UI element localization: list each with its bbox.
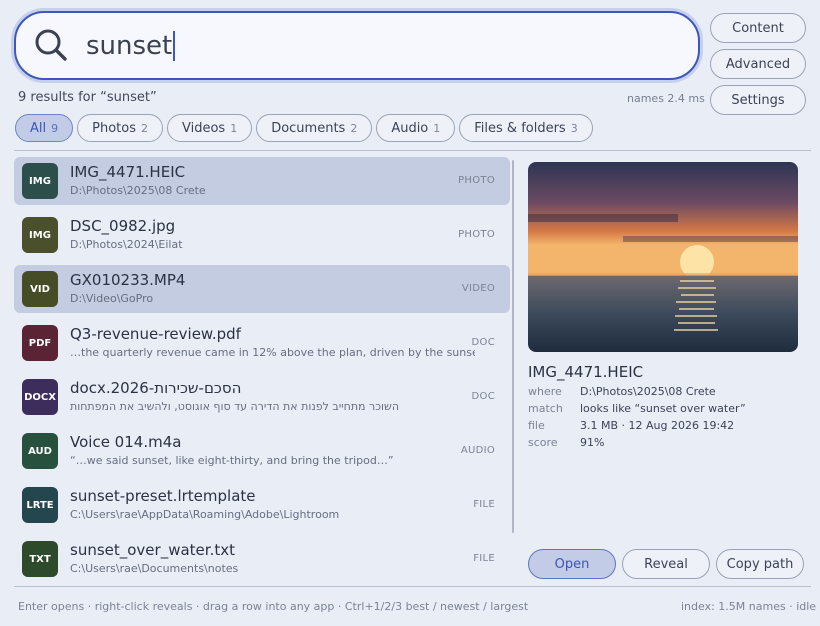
result-snippet: “…we said sunset, like eight-thirty, and… (70, 454, 394, 467)
results-count: 9 results for “sunset” (18, 90, 157, 105)
file-type-badge: VID (22, 271, 58, 307)
result-row[interactable]: AUD Voice 014.m4a “…we said sunset, like… (14, 427, 510, 475)
result-row[interactable]: IMG IMG_4471.HEIC D:\Photos\2025\08 Cret… (14, 157, 510, 205)
result-row[interactable]: LRTE sunset-preset.lrtemplate C:\Users\r… (14, 481, 510, 529)
meta-key: file (528, 419, 545, 432)
divider (14, 150, 811, 151)
chip-label: Photos (92, 120, 136, 136)
file-type-badge: IMG (22, 163, 58, 199)
filter-chips: All 9 Photos 2 Videos 1 Documents 2 Audi… (15, 114, 593, 142)
result-type: VIDEO (461, 283, 495, 294)
meta-value: 3.1 MB · 12 Aug 2026 19:42 (580, 419, 735, 432)
chip-count: 3 (570, 121, 578, 135)
meta-value: D:\Photos\2025\08 Crete (580, 385, 716, 398)
chip-count: 2 (350, 121, 358, 135)
search-timing: names 2.4 ms (627, 92, 705, 105)
chip-count: 1 (230, 121, 238, 135)
result-type: PHOTO (458, 229, 495, 240)
result-path: C:\Users\rae\Documents\notes (70, 562, 239, 575)
meta-key: where (528, 385, 562, 398)
preview-image (528, 162, 798, 352)
result-type: PHOTO (458, 175, 495, 186)
result-name: sunset_over_water.txt (70, 541, 235, 559)
chip-audio[interactable]: Audio 1 (376, 114, 456, 142)
results-list: IMG IMG_4471.HEIC D:\Photos\2025\08 Cret… (14, 157, 510, 589)
result-type: AUDIO (460, 445, 495, 456)
chip-label: All (30, 120, 47, 136)
chip-label: Audio (391, 120, 429, 136)
divider (14, 586, 811, 587)
chip-count: 9 (51, 121, 59, 135)
advanced-button[interactable]: Advanced (710, 49, 806, 79)
file-type-badge: IMG (22, 217, 58, 253)
chip-all[interactable]: All 9 (15, 114, 74, 142)
file-type-badge: LRTE (22, 487, 58, 523)
search-icon (35, 29, 67, 61)
chip-label: Videos (181, 120, 226, 136)
result-type: FILE (473, 499, 495, 510)
search-query: sunset (86, 31, 173, 61)
meta-value: looks like “sunset over water” (580, 402, 746, 415)
settings-button[interactable]: Settings (710, 85, 806, 115)
scrollbar[interactable] (512, 160, 514, 533)
result-row[interactable]: VID GX010233.MP4 D:\Video\GoPro VIDEO (14, 265, 510, 313)
chip-videos[interactable]: Videos 1 (166, 114, 253, 142)
result-name: DSC_0982.jpg (70, 217, 176, 235)
result-name: הסכם-שכירות-2026.docx (70, 379, 242, 397)
result-name: IMG_4471.HEIC (70, 163, 186, 181)
result-path: D:\Photos\2024\Eilat (70, 238, 183, 251)
meta-value: 91% (580, 436, 605, 449)
search-box[interactable]: sunset (14, 11, 700, 80)
copy-path-button[interactable]: Copy path (716, 549, 804, 579)
search-input[interactable]: sunset (86, 30, 176, 62)
content-button[interactable]: Content (710, 13, 806, 43)
result-type: DOC (471, 337, 495, 348)
result-snippet: השוכר מתחייב לפנות את הדירה עד סוף אוגוס… (70, 400, 400, 413)
result-name: Voice 014.m4a (70, 433, 182, 451)
reveal-button[interactable]: Reveal (622, 549, 710, 579)
meta-key: score (528, 436, 558, 449)
result-row[interactable]: DOCX הסכם-שכירות-2026.docx השוכר מתחייב … (14, 373, 510, 421)
open-button[interactable]: Open (528, 549, 616, 579)
chip-label: Documents (271, 120, 346, 136)
result-snippet: …the quarterly revenue came in 12% above… (70, 346, 475, 359)
result-name: Q3-revenue-review.pdf (70, 325, 241, 343)
file-type-badge: DOCX (22, 379, 58, 415)
result-name: GX010233.MP4 (70, 271, 186, 289)
file-type-badge: TXT (22, 541, 58, 577)
chip-documents[interactable]: Documents 2 (256, 114, 373, 142)
result-row[interactable]: IMG DSC_0982.jpg D:\Photos\2024\Eilat PH… (14, 211, 510, 259)
file-type-badge: AUD (22, 433, 58, 469)
result-row[interactable]: TXT sunset_over_water.txt C:\Users\rae\D… (14, 535, 510, 583)
result-path: D:\Video\GoPro (70, 292, 154, 305)
result-type: DOC (471, 391, 495, 402)
result-row[interactable]: PDF Q3-revenue-review.pdf …the quarterly… (14, 319, 510, 367)
keyboard-hint: Enter opens · right-click reveals · drag… (18, 600, 529, 613)
file-type-badge: PDF (22, 325, 58, 361)
result-type: FILE (473, 553, 495, 564)
text-caret (173, 31, 176, 61)
result-path: D:\Photos\2025\08 Crete (70, 184, 206, 197)
result-name: sunset-preset.lrtemplate (70, 487, 256, 505)
meta-key: match (528, 402, 563, 415)
chip-photos[interactable]: Photos 2 (77, 114, 163, 142)
index-status: index: 1.5M names · idle (681, 600, 817, 613)
result-path: C:\Users\rae\AppData\Roaming\Adobe\Light… (70, 508, 340, 521)
chip-label: Files & folders (474, 120, 566, 136)
preview-title: IMG_4471.HEIC (528, 363, 644, 381)
chip-count: 2 (140, 121, 148, 135)
chip-count: 1 (433, 121, 441, 135)
chip-files-folders[interactable]: Files & folders 3 (459, 114, 593, 142)
